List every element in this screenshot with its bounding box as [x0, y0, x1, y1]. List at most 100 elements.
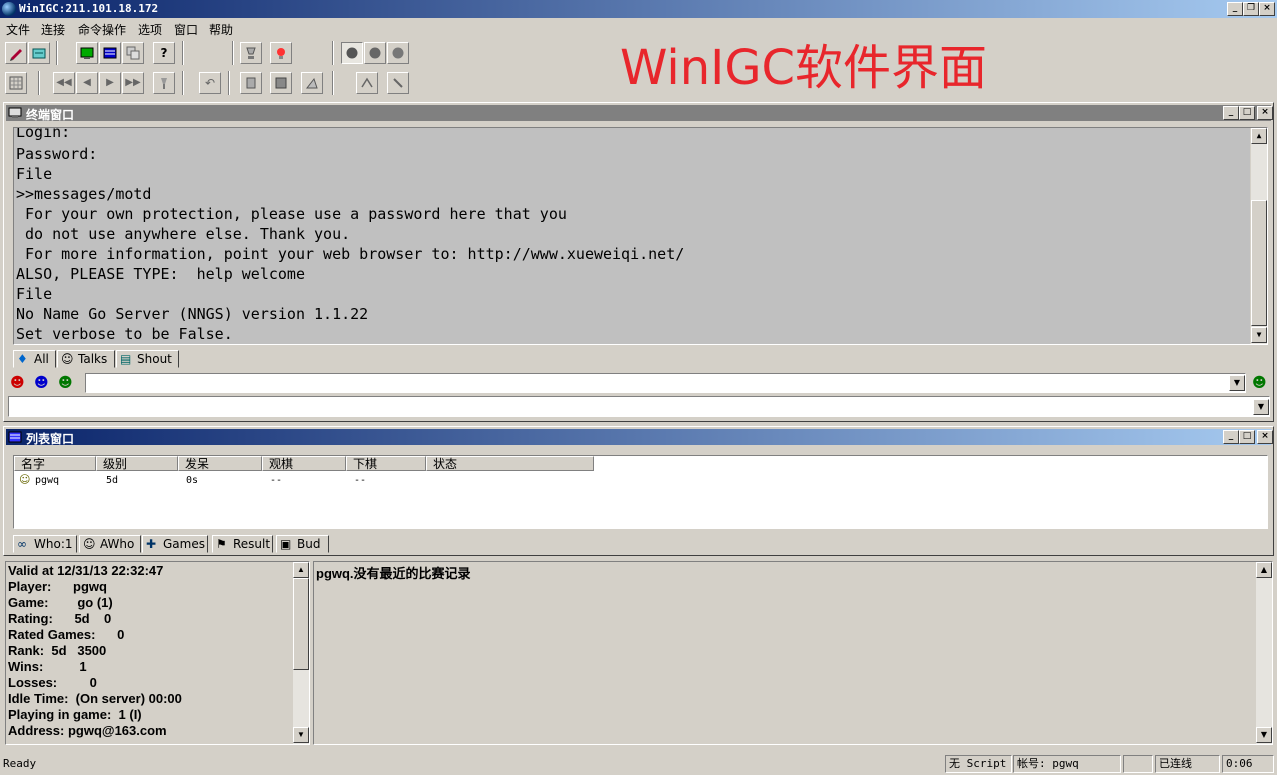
- stone-white-icon[interactable]: [387, 42, 409, 64]
- tab-result[interactable]: ⚑ Result: [212, 535, 273, 553]
- terminal-minimize-button[interactable]: _: [1223, 106, 1239, 120]
- list-minimize-button[interactable]: _: [1223, 430, 1239, 444]
- scroll-up-button[interactable]: ▲: [1256, 562, 1272, 578]
- terminal-line: ALSO, PLEASE TYPE: help welcome: [16, 265, 305, 283]
- info-scrollbar[interactable]: ▲ ▼: [292, 562, 309, 744]
- menu-commands[interactable]: 命令操作: [78, 21, 126, 38]
- menu-file[interactable]: 文件: [6, 21, 30, 38]
- restore-button[interactable]: ❐: [1243, 2, 1259, 16]
- list-close-button[interactable]: ×: [1257, 430, 1273, 444]
- terminal-title: 终端窗口: [26, 108, 75, 122]
- all-icon: ♦: [17, 352, 28, 366]
- minimize-button[interactable]: _: [1227, 2, 1243, 16]
- copy-icon[interactable]: [122, 42, 144, 64]
- menu-connect[interactable]: 连接: [41, 21, 65, 38]
- toolbar-separator: [332, 71, 334, 95]
- user-blue-icon[interactable]: ☻: [34, 375, 49, 391]
- stone-gray-icon[interactable]: [364, 42, 386, 64]
- list-window-icon[interactable]: [99, 42, 121, 64]
- terminal-line: For your own protection, please use a pa…: [16, 205, 567, 223]
- player-list[interactable]: 名字 级别 发呆 观棋 下棋 状态 ☺ pgwq 5d 0s -- --: [13, 455, 1268, 529]
- toolbar-separator: [38, 71, 40, 95]
- message-dropdown-button[interactable]: ▼: [1253, 399, 1269, 415]
- status-ready: Ready: [3, 757, 37, 770]
- pass-icon[interactable]: [240, 72, 262, 94]
- terminal-close-button[interactable]: ×: [1257, 106, 1273, 120]
- user-status-icon[interactable]: ☻: [1252, 375, 1267, 391]
- result-icon: ⚑: [216, 537, 227, 551]
- command-dropdown-button[interactable]: ▼: [1229, 375, 1245, 391]
- scroll-down-button[interactable]: ▼: [1251, 327, 1267, 343]
- toolbar-separator: [182, 71, 184, 95]
- column-header-idle[interactable]: 发呆: [178, 456, 262, 471]
- column-header-playing[interactable]: 下棋: [346, 456, 426, 471]
- column-header-observe[interactable]: 观棋: [262, 456, 346, 471]
- tab-awho[interactable]: ☺ AWho: [79, 535, 141, 553]
- disconnect-icon[interactable]: [28, 42, 50, 64]
- tab-all[interactable]: ♦ All: [13, 350, 56, 368]
- column-header-name[interactable]: 名字: [14, 456, 96, 471]
- pen-icon[interactable]: [387, 72, 409, 94]
- alert-icon[interactable]: [270, 42, 292, 64]
- scroll-thumb[interactable]: [1251, 200, 1267, 326]
- user-group-icon[interactable]: ☻: [58, 375, 73, 391]
- score-icon[interactable]: [301, 72, 323, 94]
- cell-rank: 5d: [106, 475, 119, 486]
- tab-talks[interactable]: ☺ Talks: [57, 350, 115, 368]
- terminal-line: For more information, point your web bro…: [16, 245, 685, 263]
- help-icon[interactable]: ?: [153, 42, 175, 64]
- status-empty: [1123, 755, 1153, 773]
- first-move-icon[interactable]: ◀◀: [53, 72, 75, 94]
- tab-games[interactable]: ✚ Games: [142, 535, 208, 553]
- connect-icon[interactable]: [5, 42, 27, 64]
- table-row[interactable]: ☺ pgwq 5d 0s -- --: [14, 473, 1264, 487]
- scroll-down-button[interactable]: ▼: [1256, 727, 1272, 743]
- recent-games-panel[interactable]: pgwq.没有最近的比赛记录 ▲ ▼: [313, 561, 1273, 745]
- menu-help[interactable]: 帮助: [209, 21, 233, 38]
- status-time: 0:06: [1222, 755, 1274, 773]
- stone-black-icon[interactable]: [341, 42, 363, 64]
- tab-bud[interactable]: ▣ Bud: [276, 535, 329, 553]
- board-icon[interactable]: [5, 72, 27, 94]
- column-header-status[interactable]: 状态: [426, 456, 594, 471]
- scroll-thumb[interactable]: [293, 578, 309, 670]
- tab-shout[interactable]: ▤ Shout: [116, 350, 179, 368]
- next-move-icon[interactable]: ▶: [99, 72, 121, 94]
- app-globe-icon: [2, 2, 16, 16]
- scroll-up-button[interactable]: ▲: [293, 562, 309, 578]
- previous-move-icon[interactable]: ◀: [76, 72, 98, 94]
- undo-icon[interactable]: ↶: [199, 72, 221, 94]
- toolbar-separator: [332, 41, 334, 65]
- recent-games-text: pgwq.没有最近的比赛记录: [316, 566, 471, 581]
- resign-icon[interactable]: [270, 72, 292, 94]
- player-face-icon: ☺: [19, 473, 31, 486]
- terminal-window-icon[interactable]: [76, 42, 98, 64]
- player-info-panel[interactable]: Valid at 12/31/13 22:32:47 Player: pgwq …: [5, 561, 310, 745]
- binoculars-icon: ∞: [17, 537, 27, 551]
- menu-window[interactable]: 窗口: [174, 21, 198, 38]
- observe-icon[interactable]: [240, 42, 262, 64]
- user-red-icon[interactable]: ☻: [10, 375, 25, 391]
- message-input[interactable]: ▼: [8, 396, 1270, 417]
- terminal-output[interactable]: Login: Password: File >>messages/motd Fo…: [13, 127, 1268, 345]
- command-input[interactable]: ▼: [85, 373, 1246, 393]
- recent-scrollbar[interactable]: ▲ ▼: [1255, 562, 1272, 744]
- terminal-maximize-button[interactable]: □: [1239, 106, 1255, 120]
- terminal-line: Set verbose to be False.: [16, 325, 233, 343]
- close-button[interactable]: ×: [1259, 2, 1275, 16]
- cell-name: pgwq: [35, 475, 60, 486]
- info-line: Player: pgwq: [8, 579, 107, 594]
- menu-options[interactable]: 选项: [138, 21, 162, 38]
- menu-bar: 文件 连接 命令操作 选项 窗口 帮助: [0, 18, 1277, 38]
- scroll-up-button[interactable]: ▲: [1251, 128, 1267, 144]
- column-header-rank[interactable]: 级别: [96, 456, 178, 471]
- mark-icon[interactable]: [356, 72, 378, 94]
- tab-who[interactable]: ∞ Who:1: [13, 535, 77, 553]
- bud-icon: ▣: [280, 537, 292, 551]
- list-maximize-button[interactable]: □: [1239, 430, 1255, 444]
- list-title-bar: 列表窗口 _ □ ×: [6, 429, 1273, 446]
- terminal-scrollbar[interactable]: ▲ ▼: [1250, 128, 1267, 344]
- scroll-down-button[interactable]: ▼: [293, 727, 309, 743]
- last-move-icon[interactable]: ▶▶: [122, 72, 144, 94]
- torch-icon[interactable]: [153, 72, 175, 94]
